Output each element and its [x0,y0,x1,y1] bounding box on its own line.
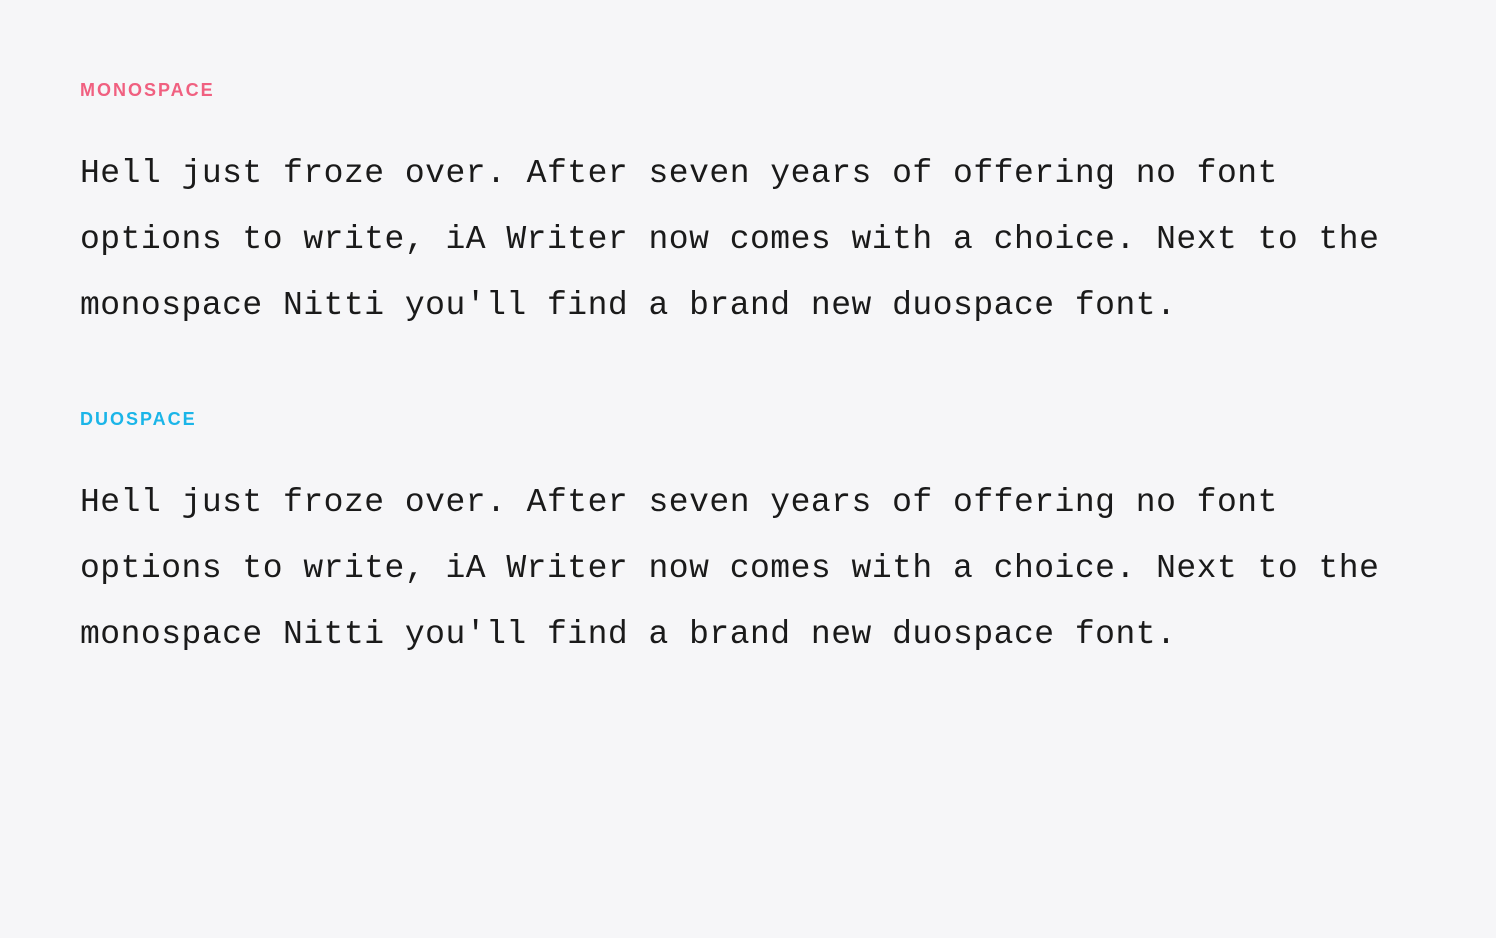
duospace-body-text: Hell just froze over. After seven years … [80,470,1416,668]
duospace-section: DUOSPACE Hell just froze over. After sev… [80,409,1416,668]
monospace-label: MONOSPACE [80,80,1416,101]
duospace-label: DUOSPACE [80,409,1416,430]
monospace-body-text: Hell just froze over. After seven years … [80,141,1416,339]
monospace-section: MONOSPACE Hell just froze over. After se… [80,80,1416,339]
